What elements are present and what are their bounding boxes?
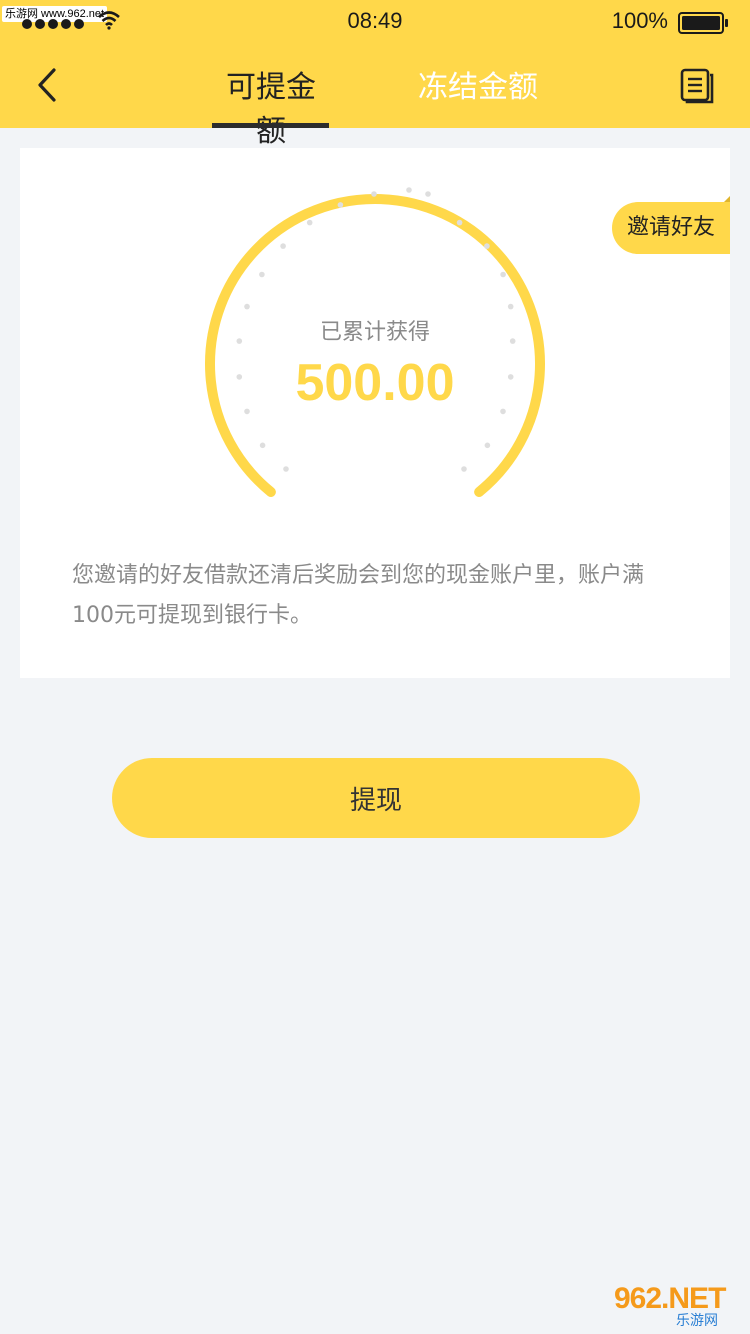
tab-frozen-amount[interactable]: 冻结金额 bbox=[418, 62, 538, 128]
earnings-card: 已累计获得 500.00 邀请好友 您邀请的好友借款还清后奖励会到您的现金账户里… bbox=[20, 148, 730, 678]
active-tab-indicator bbox=[212, 123, 329, 128]
list-icon bbox=[680, 68, 714, 104]
total-earned-amount: 500.00 bbox=[295, 354, 455, 412]
invite-friends-button[interactable]: 邀请好友 bbox=[612, 202, 730, 254]
chevron-left-icon bbox=[38, 68, 56, 102]
top-header: 乐游网 www.962.net 08:49 100% 可提金额 冻结金额 bbox=[0, 0, 750, 149]
site-watermark-logo: 962.NET 乐游网 bbox=[614, 1282, 744, 1330]
status-bar: 乐游网 www.962.net 08:49 100% bbox=[0, 0, 750, 44]
withdraw-button[interactable]: 提现 bbox=[112, 758, 640, 838]
battery-percentage: 100% bbox=[611, 8, 668, 33]
battery-icon bbox=[678, 12, 728, 34]
records-button[interactable] bbox=[680, 68, 714, 104]
site-logo-sub: 乐游网 bbox=[676, 1313, 718, 1329]
gauge-label: 已累计获得 bbox=[319, 320, 430, 345]
tab-available-amount[interactable]: 可提金额 bbox=[212, 62, 330, 149]
back-button[interactable] bbox=[34, 66, 64, 106]
reward-description: 您邀请的好友借款还清后奖励会到您的现金账户里，账户满100元可提现到银行卡。 bbox=[72, 563, 645, 628]
